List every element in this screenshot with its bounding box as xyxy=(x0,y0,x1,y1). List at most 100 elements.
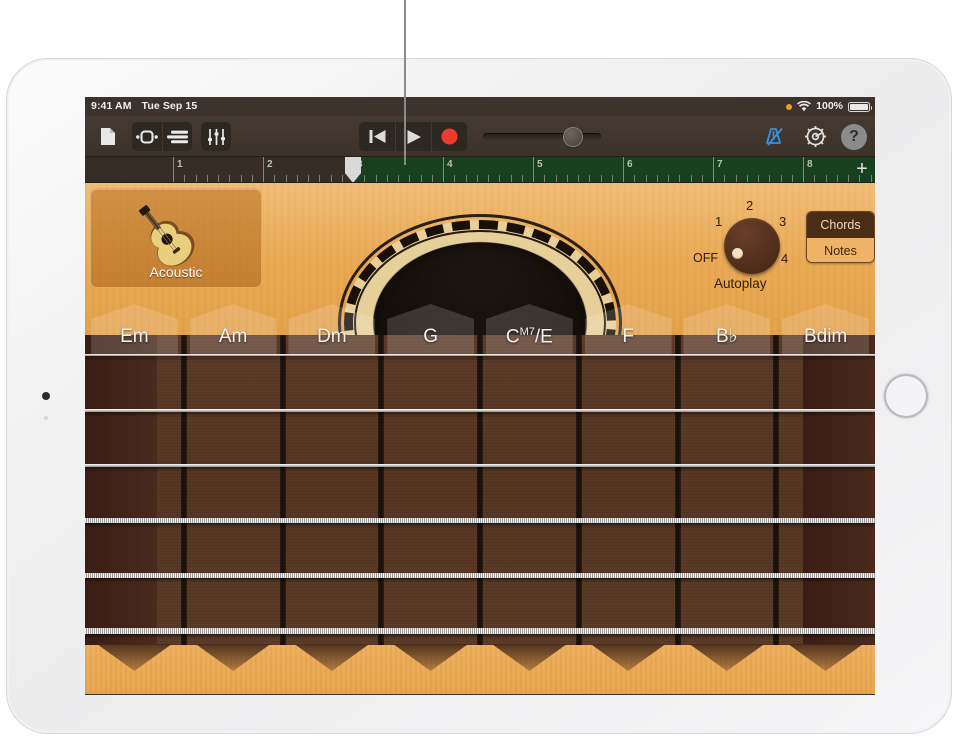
status-time: 9:41 AM xyxy=(91,100,132,112)
loop-browser-icon xyxy=(136,130,158,144)
chord-strum-area[interactable] xyxy=(85,645,875,694)
timeline-ruler[interactable]: 12345678 + xyxy=(85,157,875,183)
mixer-sliders-icon xyxy=(207,129,226,145)
ruler-beat-tick xyxy=(421,175,422,182)
guitar-string[interactable] xyxy=(85,354,875,356)
chord-name-label: Am xyxy=(219,326,248,354)
chord-button[interactable]: Em xyxy=(91,304,178,354)
strum-cell[interactable] xyxy=(480,645,579,694)
chord-name-label: CM7/E xyxy=(506,326,553,354)
chord-strip: Em Am Dm G CM7/E FB♭Bdim xyxy=(85,304,875,354)
autoplay-position-4[interactable]: 4 xyxy=(781,251,788,266)
fret-divider xyxy=(675,335,681,645)
autoplay-position-3[interactable]: 3 xyxy=(779,214,786,229)
guitar-string[interactable] xyxy=(85,464,875,468)
ruler-beat-tick xyxy=(769,175,770,182)
loop-browser-button[interactable] xyxy=(132,122,162,151)
mixer-button[interactable] xyxy=(201,122,231,151)
chord-cell: G xyxy=(381,304,480,354)
chord-button[interactable]: Am xyxy=(190,304,277,354)
chords-notes-toggle: Chords Notes xyxy=(806,211,875,263)
playhead-marker[interactable] xyxy=(345,157,361,183)
guitar-string[interactable] xyxy=(85,409,875,412)
ruler-beat-tick xyxy=(848,175,849,182)
mode-option-chords[interactable]: Chords xyxy=(807,212,874,238)
autoplay-off-label[interactable]: OFF xyxy=(693,251,718,265)
ruler-beat-tick xyxy=(781,175,782,182)
guitar-fretboard[interactable] xyxy=(85,335,875,645)
fret-divider xyxy=(181,335,187,645)
battery-percentage: 100% xyxy=(816,97,843,116)
help-button[interactable]: ? xyxy=(841,124,867,150)
ruler-bar-number: 2 xyxy=(267,159,273,170)
chord-name-label: Dm xyxy=(317,326,347,354)
ruler-beat-tick xyxy=(409,175,410,182)
instrument-selector[interactable]: Acoustic xyxy=(90,188,262,288)
autoplay-knob[interactable] xyxy=(724,218,780,274)
strum-cell[interactable] xyxy=(85,645,184,694)
add-track-button[interactable]: + xyxy=(853,161,871,179)
autoplay-position-1[interactable]: 1 xyxy=(715,214,722,229)
settings-button[interactable] xyxy=(800,122,830,151)
wifi-icon xyxy=(797,101,811,112)
chord-button[interactable]: Bdim xyxy=(782,304,869,354)
chord-button[interactable]: CM7/E xyxy=(486,304,573,354)
record-button[interactable] xyxy=(431,122,467,151)
ruler-beat-tick xyxy=(668,175,669,182)
strum-cell[interactable] xyxy=(776,645,875,694)
gear-icon xyxy=(804,125,827,148)
strum-cell[interactable] xyxy=(283,645,382,694)
ruler-beat-tick xyxy=(274,175,275,182)
autoplay-title-label: Autoplay xyxy=(714,276,767,291)
ruler-beat-tick xyxy=(646,175,647,182)
status-bar-left: 9:41 AM Tue Sep 15 xyxy=(91,97,197,116)
ruler-bar-number: 7 xyxy=(717,159,723,170)
ruler-bar-line: 6 xyxy=(623,157,624,182)
volume-knob[interactable] xyxy=(564,128,582,146)
chord-button[interactable]: G xyxy=(387,304,474,354)
ruler-beat-tick xyxy=(511,175,512,182)
guitar-string[interactable] xyxy=(85,518,875,522)
track-view-button[interactable] xyxy=(162,122,192,151)
strum-cell[interactable] xyxy=(381,645,480,694)
strum-cell[interactable] xyxy=(184,645,283,694)
chord-button[interactable]: Dm xyxy=(288,304,375,354)
transport-controls xyxy=(359,122,467,151)
chord-cell: Dm xyxy=(283,304,382,354)
play-icon xyxy=(406,129,422,145)
chord-cell: Am xyxy=(184,304,283,354)
ruler-beat-tick xyxy=(488,175,489,182)
ruler-beat-tick xyxy=(679,175,680,182)
ruler-bar-line: 8 xyxy=(803,157,804,182)
ruler-beat-tick xyxy=(691,175,692,182)
strum-chevron xyxy=(97,644,172,671)
master-volume-slider[interactable] xyxy=(483,122,601,151)
my-songs-button[interactable] xyxy=(93,122,123,151)
rewind-button[interactable] xyxy=(359,122,395,151)
acoustic-guitar-icon xyxy=(138,196,214,273)
autoplay-position-2[interactable]: 2 xyxy=(746,198,753,213)
ruler-beat-tick xyxy=(477,175,478,182)
mode-option-notes[interactable]: Notes xyxy=(807,238,874,263)
ruler-bar-number: 4 xyxy=(447,159,453,170)
strum-chevron xyxy=(294,644,369,671)
ruler-beat-tick xyxy=(499,175,500,182)
ruler-beat-tick xyxy=(736,175,737,182)
ruler-beat-tick xyxy=(241,175,242,182)
guitar-string[interactable] xyxy=(85,628,875,634)
strum-cell[interactable] xyxy=(678,645,777,694)
chord-button[interactable]: B♭ xyxy=(683,304,770,354)
callout-leader-line xyxy=(404,0,406,165)
rewind-icon xyxy=(369,129,386,144)
strum-chevron xyxy=(689,644,764,671)
guitar-string[interactable] xyxy=(85,573,875,578)
ruler-beat-tick xyxy=(612,175,613,182)
strum-cell[interactable] xyxy=(579,645,678,694)
chord-button[interactable]: F xyxy=(585,304,672,354)
home-button[interactable] xyxy=(884,374,928,418)
play-button[interactable] xyxy=(395,122,431,151)
ruler-beat-tick xyxy=(331,175,332,182)
metronome-button[interactable] xyxy=(759,122,789,151)
toolbar-left-group xyxy=(93,122,231,151)
ruler-beat-tick xyxy=(252,175,253,182)
